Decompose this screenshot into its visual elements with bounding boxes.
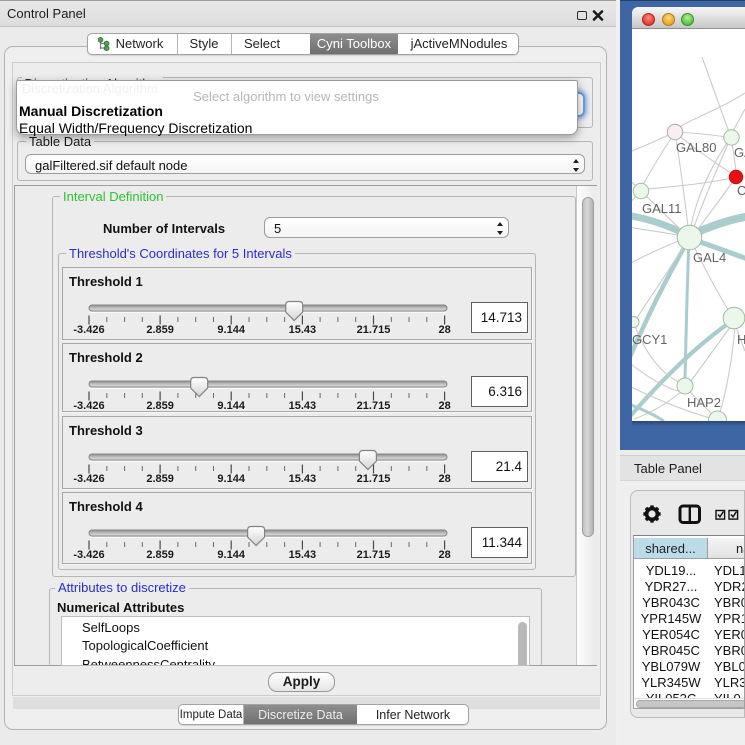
svg-text:2.859: 2.859 (146, 400, 174, 412)
svg-text:28: 28 (438, 400, 450, 412)
svg-text:28: 28 (438, 549, 450, 561)
svg-text:-3.426: -3.426 (73, 549, 104, 561)
svg-text:15.43: 15.43 (289, 324, 317, 336)
svg-text:21.715: 21.715 (357, 324, 391, 336)
svg-text:-3.426: -3.426 (73, 324, 104, 336)
svg-text:21.715: 21.715 (357, 473, 391, 485)
svg-text:15.43: 15.43 (289, 400, 317, 412)
svg-text:9.144: 9.144 (217, 473, 245, 485)
svg-text:9.144: 9.144 (217, 324, 245, 336)
svg-text:GAL80: GAL80 (676, 140, 716, 155)
svg-text:-3.426: -3.426 (73, 473, 104, 485)
svg-text:28: 28 (438, 473, 450, 485)
svg-text:15.43: 15.43 (289, 473, 317, 485)
svg-text:21.715: 21.715 (357, 400, 391, 412)
svg-text:21.715: 21.715 (357, 549, 391, 561)
svg-text:-3.426: -3.426 (73, 400, 104, 412)
svg-text:28: 28 (438, 324, 450, 336)
svg-text:2.859: 2.859 (146, 324, 174, 336)
svg-text:15.43: 15.43 (289, 549, 317, 561)
svg-text:GCY1: GCY1 (632, 332, 667, 347)
svg-text:9.144: 9.144 (217, 400, 245, 412)
svg-text:HIS: HIS (737, 332, 745, 347)
svg-text:C: C (737, 183, 745, 198)
svg-text:GA: GA (734, 145, 745, 160)
svg-text:GAL4: GAL4 (693, 250, 726, 265)
svg-text:2.859: 2.859 (146, 549, 174, 561)
svg-text:9.144: 9.144 (217, 549, 245, 561)
svg-text:HAP2: HAP2 (687, 395, 721, 410)
svg-text:GAL11: GAL11 (642, 201, 682, 216)
svg-text:2.859: 2.859 (146, 473, 174, 485)
